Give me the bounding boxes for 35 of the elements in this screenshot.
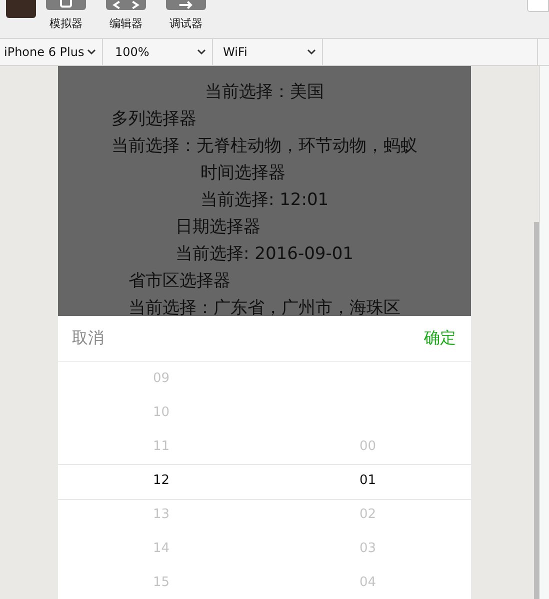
selection-value: 当前选择: 12:01 (200, 189, 329, 212)
toolbar-label[interactable]: 编辑器 (110, 16, 142, 31)
picker-option[interactable]: 02 (360, 498, 376, 532)
picker-option[interactable]: 04 (360, 566, 376, 599)
picker-option[interactable]: 01 (360, 464, 376, 498)
picker-option[interactable]: 10 (152, 396, 170, 430)
scrollbar[interactable] (534, 222, 540, 599)
chevron-icon (87, 49, 96, 55)
toolbar-label[interactable]: 模拟器 (50, 16, 82, 31)
picker-option[interactable]: 11 (152, 430, 170, 464)
selection-value: 当前选择：广东省，广州市，海珠区 (128, 297, 401, 316)
section-title: 多列选择器 (112, 108, 197, 131)
chevron-icon (307, 49, 316, 55)
dropdown[interactable]: 100% (103, 39, 213, 65)
picker-option[interactable]: 13 (152, 498, 170, 532)
chevron-icon (197, 49, 206, 55)
picker-option[interactable]: 03 (360, 532, 376, 566)
phone-icon[interactable] (46, 0, 86, 10)
selection-value: 当前选择: 2016-09-01 (176, 243, 354, 266)
section-title: 时间选择器 (200, 162, 286, 185)
confirm-link[interactable]: 确定 (424, 328, 456, 349)
section-title: 日期选择器 (176, 216, 261, 239)
picker-option[interactable]: 00 (360, 430, 376, 464)
cancel-link[interactable]: 取消 (72, 328, 104, 349)
picker-option[interactable]: 15 (152, 566, 170, 599)
picker-option[interactable]: 14 (152, 532, 170, 566)
selection-value: 当前选择：美国 (205, 81, 324, 104)
dropdown[interactable]: iPhone 6 Plus (0, 39, 103, 65)
toolbar-label[interactable]: 调试器 (170, 16, 202, 31)
dropdown[interactable]: WiFi (213, 39, 323, 65)
picker-option[interactable]: 12 (152, 464, 170, 498)
picker-option[interactable]: 09 (152, 362, 170, 396)
section-title: 省市区选择器 (128, 270, 231, 293)
selection-value: 当前选择：无脊柱动物，环节动物，蚂蚁 (112, 135, 418, 158)
code-icon[interactable] (106, 0, 146, 10)
